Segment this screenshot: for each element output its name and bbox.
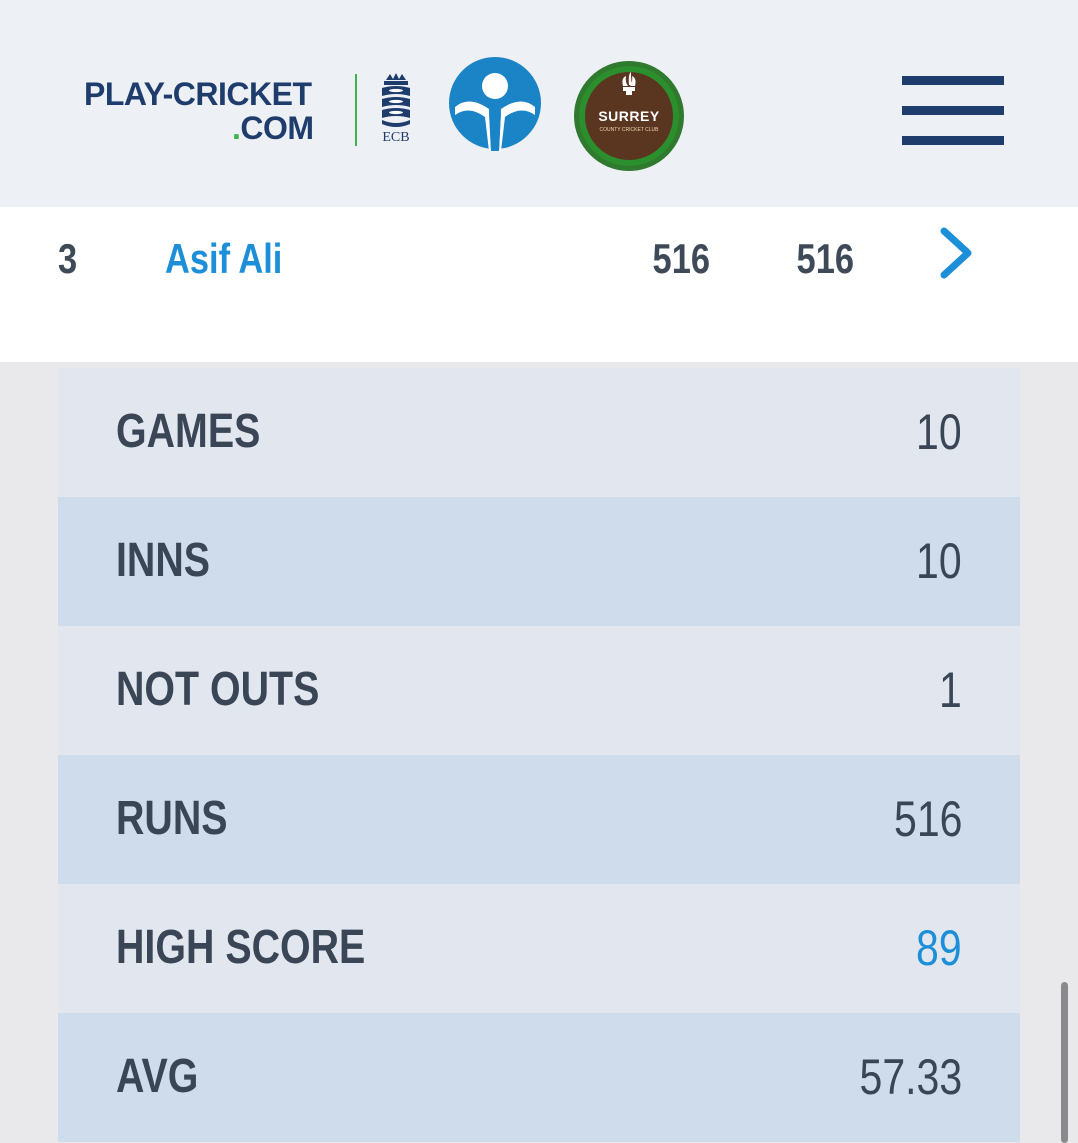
surrey-club-subtitle: COUNTY CRICKET CLUB	[599, 127, 659, 133]
player-name-link[interactable]: Asif Ali	[165, 229, 282, 289]
player-stat-a: 516	[652, 235, 710, 282]
stat-label: RUNS	[116, 792, 228, 845]
player-stats-table: GAMES 10 INNS 10 NOT OUTS 1 RUNS 516 HIG…	[58, 368, 1020, 1142]
stat-label: NOT OUTS	[116, 663, 320, 716]
stat-row-games: GAMES 10	[58, 368, 1020, 497]
surrey-club-badge[interactable]: SURREY COUNTY CRICKET CLUB	[573, 60, 685, 172]
hamburger-menu-button[interactable]	[902, 76, 1004, 146]
stat-label: INNS	[116, 534, 211, 587]
player-stat-b: 516	[796, 235, 854, 282]
surrey-club-name: SURREY	[598, 108, 660, 124]
stat-value: 10	[916, 404, 962, 460]
high-score-link[interactable]: 89	[916, 918, 962, 978]
hamburger-menu-icon	[902, 76, 1004, 85]
ecb-label: ECB	[382, 130, 410, 145]
stat-row-runs: RUNS 516	[58, 755, 1020, 884]
play-cricket-logo[interactable]: PLAY-CRICKET .COM	[84, 76, 334, 148]
natwest-emblem-icon	[449, 57, 541, 151]
logo-divider	[355, 74, 357, 146]
brand-line2: .COM	[232, 110, 314, 146]
stat-label: AVG	[116, 1050, 199, 1103]
chevron-right-svg	[940, 227, 972, 279]
stat-value: 516	[893, 791, 962, 847]
stat-value: 57.33	[859, 1049, 962, 1105]
natwest-logo[interactable]	[445, 55, 545, 151]
hamburger-menu-icon	[902, 136, 1004, 145]
vertical-scrollbar[interactable]	[1061, 982, 1068, 1143]
player-row[interactable]: 3 Asif Ali 516 516	[0, 207, 1078, 362]
brand-com: COM	[240, 110, 314, 146]
ecb-crest-icon	[382, 73, 410, 127]
brand-line1: PLAY-CRICKET	[84, 76, 312, 112]
stat-row-high-score: HIGH SCORE 89	[58, 884, 1020, 1013]
stat-row-not-outs: NOT OUTS 1	[58, 626, 1020, 755]
stat-row-avg: AVG 57.33	[58, 1013, 1020, 1142]
stat-label: HIGH SCORE	[116, 921, 366, 974]
player-rank: 3	[58, 235, 78, 282]
stat-value: 1	[939, 662, 962, 718]
stat-label: GAMES	[116, 405, 261, 458]
stat-value: 10	[916, 533, 962, 589]
ecb-logo[interactable]: ECB	[376, 72, 416, 148]
site-header: PLAY-CRICKET .COM ECB SURREY COUNTY CRIC…	[0, 0, 1078, 207]
chevron-right-icon[interactable]	[932, 225, 980, 281]
stat-row-inns: INNS 10	[58, 497, 1020, 626]
hamburger-menu-icon	[902, 106, 1004, 115]
